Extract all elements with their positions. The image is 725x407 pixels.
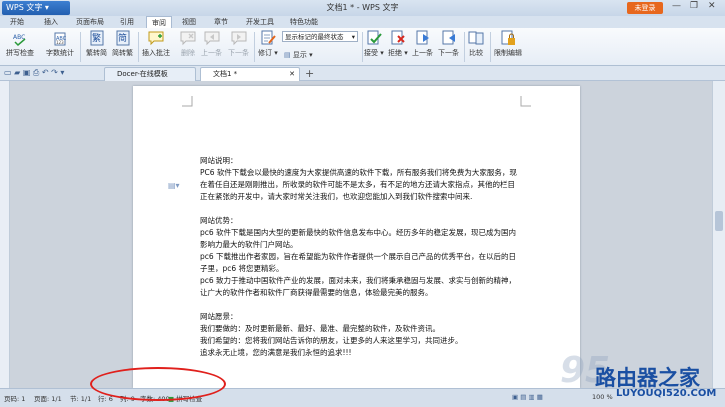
web-view-icon[interactable]: ▦ xyxy=(537,393,543,401)
document-line: 正在紧张的开发中，请大家时常关注我们，也欢迎您能加入到我们软件搜索中间来. xyxy=(200,192,473,201)
document-line: pc6 致力于推动中国软件产业的发展，面对未来，我们将秉承稳固与发展、求实与创新… xyxy=(200,276,517,285)
document-line: pc6 软件下载是国内大型的更新最快的软件信息发布中心。经历多年的稳定发展，现已… xyxy=(200,228,517,237)
status-section: 节: 1/1 xyxy=(70,395,92,403)
document-line: PC6 软件下载会以最快的速度为大家提供高速的软件下载，所有服务我们将免费为大家… xyxy=(200,168,517,177)
status-pages: 页面: 1/1 xyxy=(34,395,62,403)
document-line: 网站说明： xyxy=(200,156,238,165)
full-screen-view-icon[interactable]: ▣ xyxy=(512,393,518,401)
document-line: 子里，pc6 将您更精彩。 xyxy=(200,264,284,273)
watermark-url: LUYOUQI520.COM xyxy=(616,388,717,399)
watermark-logo: 95 路由器之家 LUYOUQI520.COM xyxy=(560,350,725,404)
document-line: 影响力最大的软件门户网站。 xyxy=(200,240,298,249)
document-line: 在着任自还是刚刚推出，所收录的软件可能不是太多，有不足的地方还请大家指点，其他的… xyxy=(200,180,515,189)
view-mode-icons: ▣ ▤ ▥ ▦ xyxy=(512,393,543,401)
document-line: 追求永无止境，您的满意是我们永恒的追求!!! xyxy=(200,348,352,357)
document-line: pc6 下载推出作者家园，旨在希望能为软件作者提供一个展示自己产品的优秀平台，在… xyxy=(200,252,517,261)
scrollbar-thumb[interactable] xyxy=(715,211,723,231)
page-view-icon[interactable]: ▤ xyxy=(520,393,526,401)
document-line: 我们要做的：及时更新最新、最好、最准、最完整的软件，及软件资讯。 xyxy=(200,324,440,333)
document-line: 网站愿景： xyxy=(200,312,238,321)
outline-view-icon[interactable]: ▥ xyxy=(528,393,534,401)
document-line: 我们希望的：您将我们网站告诉你的朋友，让更多的人来这里学习，共同进步。 xyxy=(200,336,463,345)
document-line: 让广大的软件作者和软件厂商获得最需要的信息，体验最完美的服务。 xyxy=(200,288,433,297)
status-page-number: 页码: 1 xyxy=(4,395,26,403)
paragraph-marker-icon[interactable]: ▤▾ xyxy=(168,181,180,190)
vertical-scrollbar[interactable] xyxy=(712,81,725,388)
document-line: 网站优势： xyxy=(200,216,238,225)
annotation-ellipse xyxy=(90,367,226,401)
